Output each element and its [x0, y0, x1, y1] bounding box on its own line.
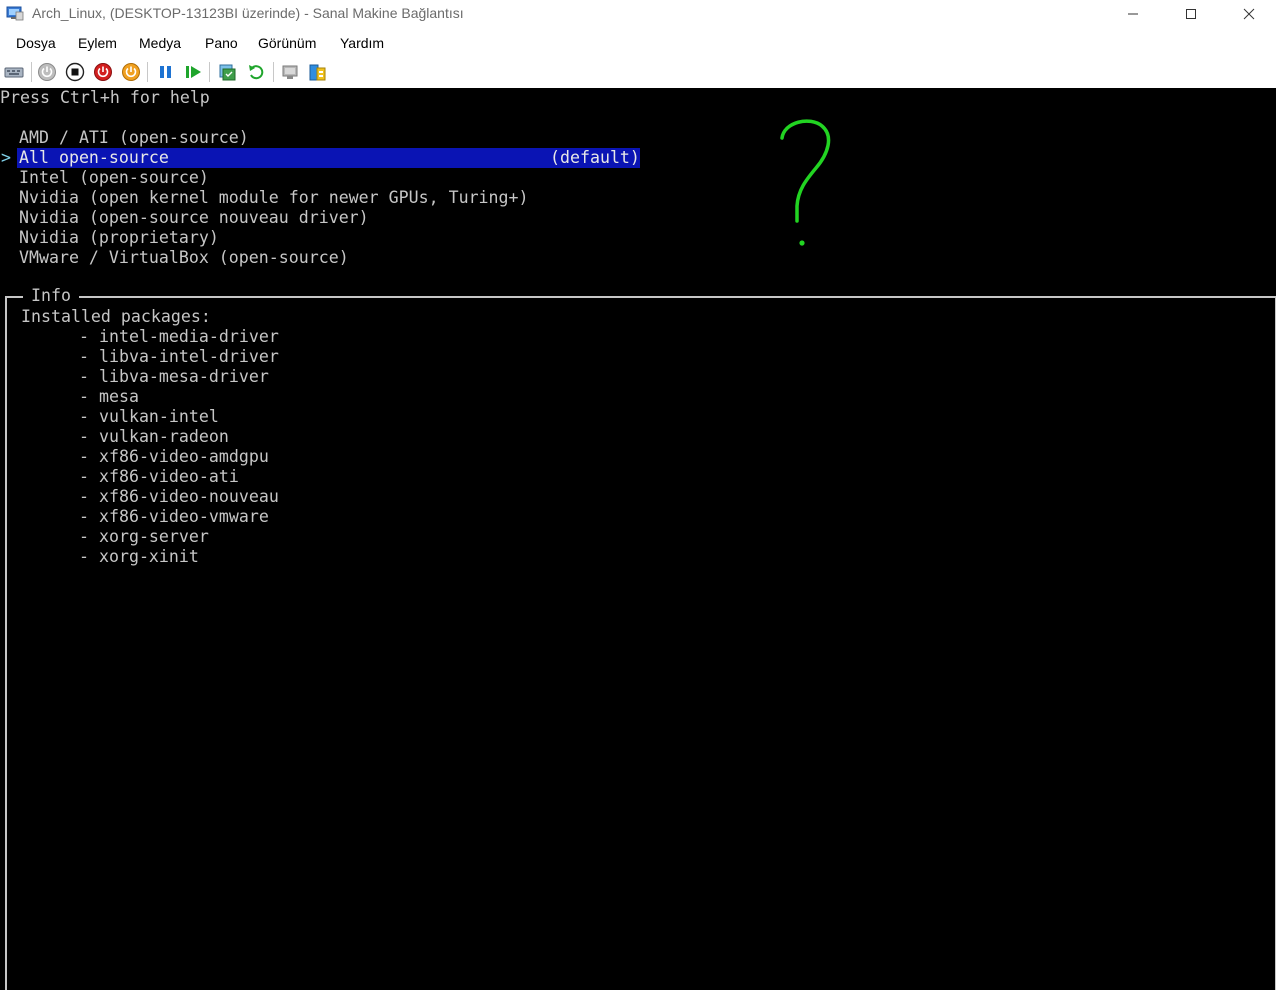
package-item: - mesa	[79, 387, 139, 406]
checkpoint-icon	[219, 64, 236, 81]
package-item: - xf86-video-vmware	[79, 507, 269, 526]
package-item: - xf86-video-nouveau	[79, 487, 279, 506]
vm-connection-app-icon	[6, 5, 24, 21]
question-mark-annotation	[780, 119, 831, 246]
driver-option[interactable]: AMD / ATI (open-source)	[19, 128, 249, 148]
share-icon	[309, 64, 326, 81]
package-item: - xorg-server	[79, 527, 209, 546]
package-item: - xf86-video-amdgpu	[79, 447, 269, 466]
turn-off-button[interactable]	[64, 61, 86, 83]
toolbar-separator	[273, 62, 274, 82]
pause-icon	[160, 66, 171, 78]
package-item: - vulkan-intel	[79, 407, 219, 426]
help-hint: Press Ctrl+h for help	[0, 88, 210, 107]
revert-button[interactable]	[245, 61, 267, 83]
toolbar	[0, 57, 1276, 88]
driver-option[interactable]: Nvidia (open kernel module for newer GPU…	[19, 188, 529, 208]
enhanced-session-icon	[282, 65, 298, 79]
ctrl-alt-del-button[interactable]	[3, 61, 25, 83]
maximize-button[interactable]	[1162, 0, 1220, 28]
keyboard-icon	[4, 67, 24, 78]
title-bar: Arch_Linux, (DESKTOP-13123BI üzerinde) -…	[0, 0, 1276, 28]
maximize-icon	[1186, 9, 1196, 19]
driver-option[interactable]: Nvidia (proprietary)	[19, 228, 219, 248]
package-item: - xorg-xinit	[79, 547, 199, 566]
package-item: - xf86-video-ati	[79, 467, 239, 486]
toolbar-separator	[31, 62, 32, 82]
share-button[interactable]	[306, 61, 328, 83]
window-title: Arch_Linux, (DESKTOP-13123BI üzerinde) -…	[32, 5, 464, 21]
menu-file[interactable]: Dosya	[16, 35, 56, 51]
menu-clipboard[interactable]: Pano	[205, 35, 238, 51]
minimize-button[interactable]	[1104, 0, 1162, 28]
package-item: - libva-mesa-driver	[79, 367, 269, 386]
stop-icon	[65, 62, 85, 82]
vm-connection-window: Arch_Linux, (DESKTOP-13123BI üzerinde) -…	[0, 0, 1276, 990]
save-state-icon	[122, 63, 140, 81]
toolbar-separator	[147, 62, 148, 82]
driver-option[interactable]: Intel (open-source)	[19, 168, 209, 188]
play-icon	[186, 66, 201, 78]
menu-action[interactable]: Eylem	[78, 35, 117, 51]
start-button[interactable]	[36, 61, 58, 83]
enhanced-session-button[interactable]	[279, 61, 301, 83]
info-panel-title: Info	[23, 286, 79, 306]
save-button[interactable]	[120, 61, 142, 83]
close-icon	[1243, 8, 1255, 20]
menu-view[interactable]: Görünüm	[258, 35, 316, 51]
package-item: - vulkan-radeon	[79, 427, 229, 446]
checkpoint-button[interactable]	[217, 61, 239, 83]
installed-packages-label: Installed packages:	[21, 307, 211, 326]
default-tag: (default)	[550, 148, 640, 167]
shut-down-icon	[94, 63, 112, 81]
driver-option-selected[interactable]: All open-source	[19, 148, 169, 168]
driver-option[interactable]: VMware / VirtualBox (open-source)	[19, 248, 349, 268]
minimize-icon	[1128, 13, 1138, 15]
resume-button[interactable]	[183, 61, 205, 83]
undo-icon	[249, 65, 264, 80]
menu-help[interactable]: Yardım	[340, 35, 384, 51]
toolbar-separator	[209, 62, 210, 82]
menu-bar: Dosya Eylem Medya Pano Görünüm Yardım	[0, 30, 1276, 56]
vm-console-screen[interactable]: Press Ctrl+h for help AMD / ATI (open-so…	[0, 88, 1276, 990]
info-panel	[5, 296, 1276, 990]
driver-option[interactable]: Nvidia (open-source nouveau driver)	[19, 208, 369, 228]
selection-cursor: >	[1, 148, 11, 167]
menu-media[interactable]: Medya	[139, 35, 181, 51]
shut-down-button[interactable]	[92, 61, 114, 83]
pause-button[interactable]	[155, 61, 177, 83]
package-item: - intel-media-driver	[79, 327, 279, 346]
package-item: - libva-intel-driver	[79, 347, 279, 366]
close-button[interactable]	[1220, 0, 1276, 28]
power-icon	[38, 63, 56, 81]
